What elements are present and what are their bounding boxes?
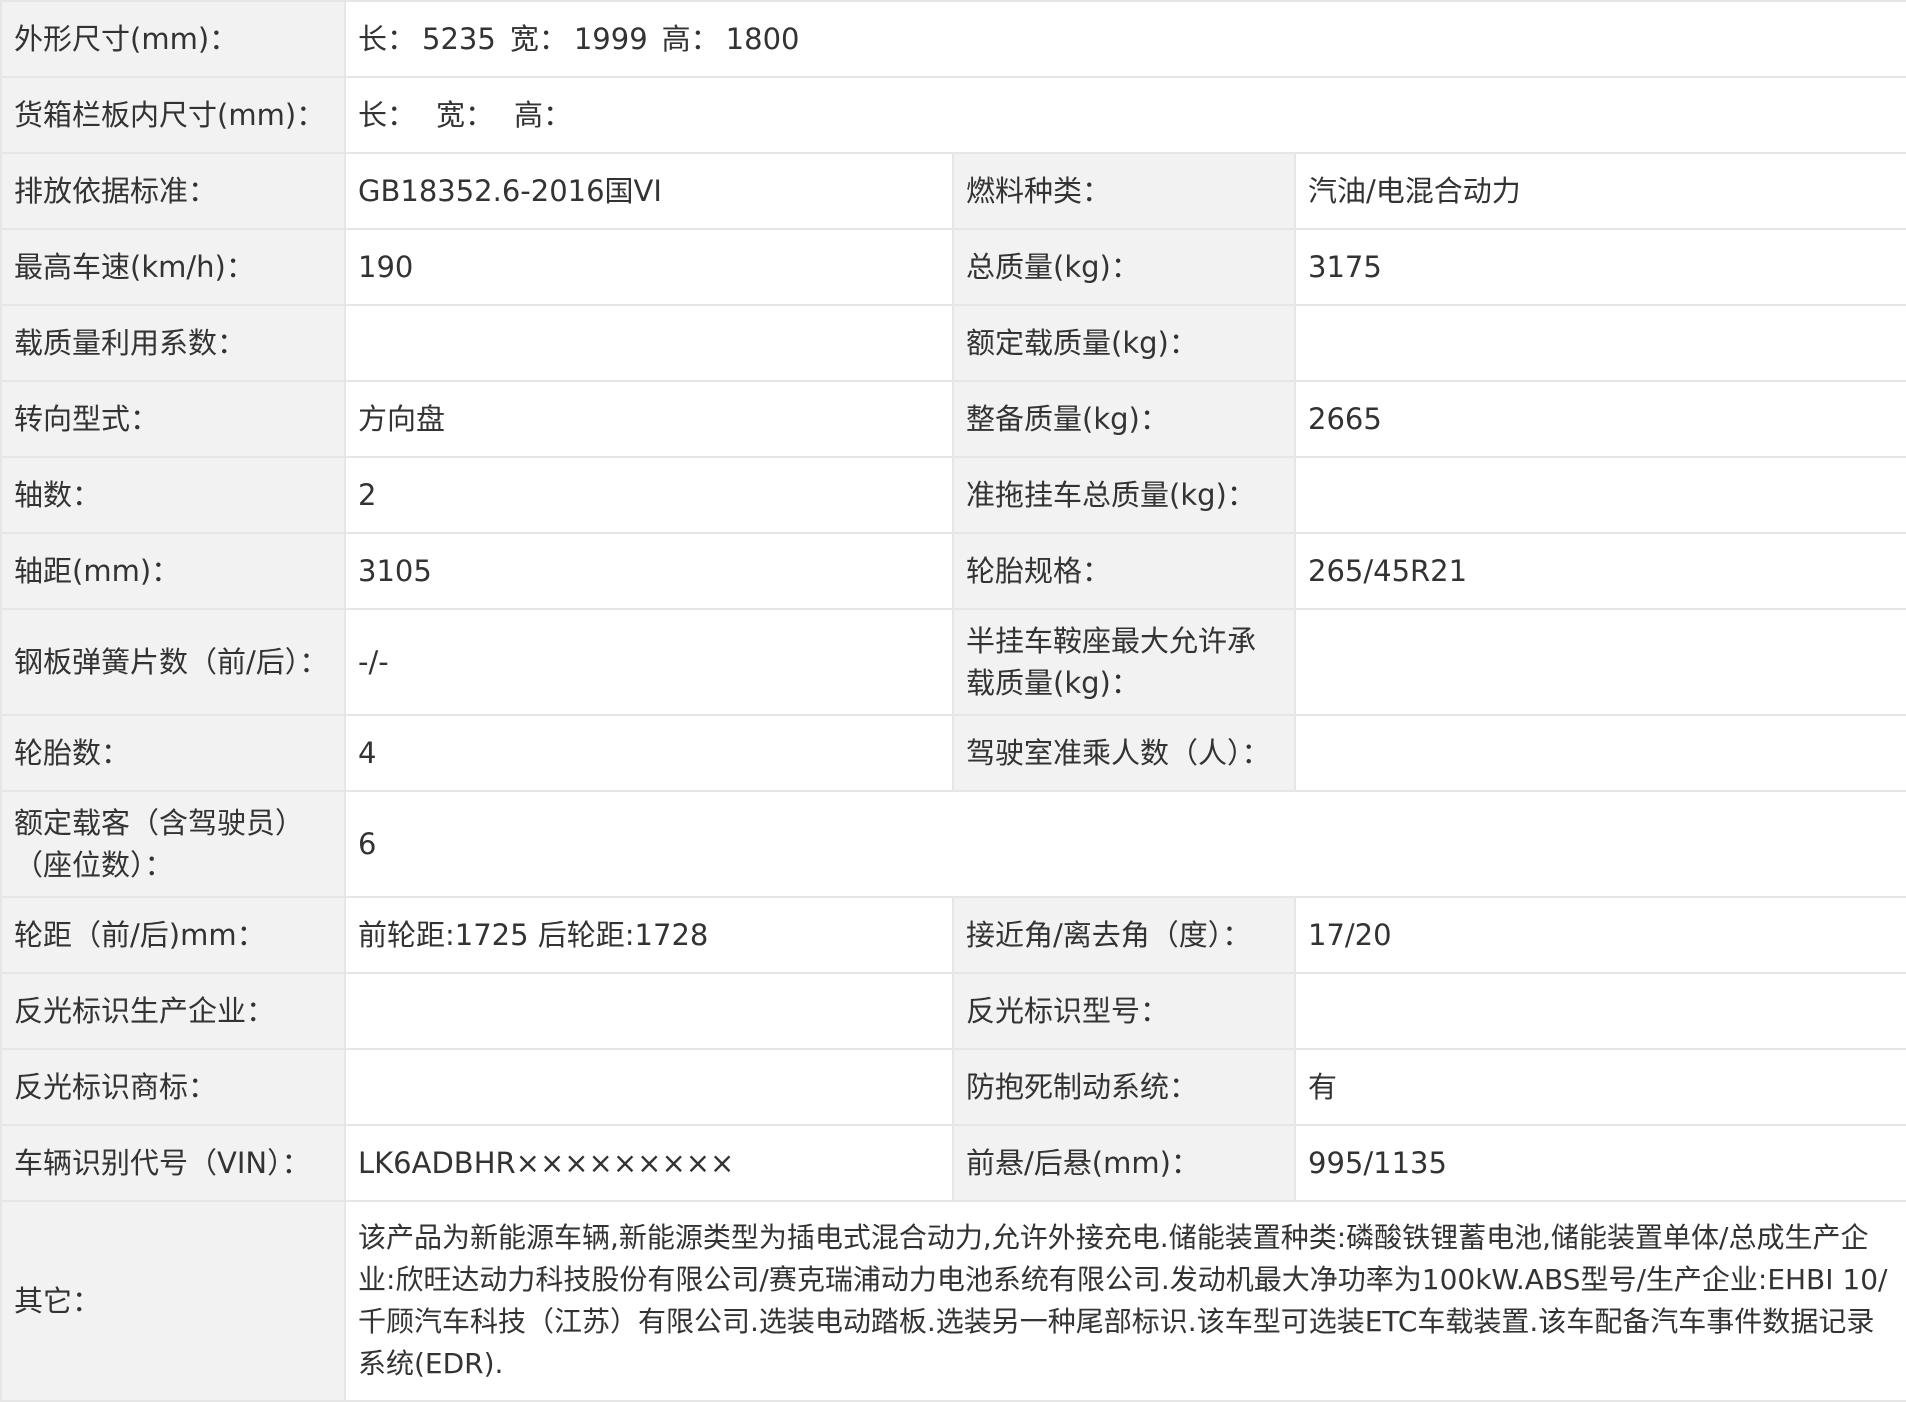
height-value: 1800 (725, 21, 800, 56)
spec-row: 轴数： 2 准拖挂车总质量(kg)： (0, 456, 1906, 534)
cargo-dimensions-value: 长： 宽： 高： (343, 76, 1906, 154)
spec-row: 转向型式： 方向盘 整备质量(kg)： 2665 (0, 380, 1906, 458)
cargo-width-label: 宽： (436, 97, 495, 132)
spec-value-left: LK6ADBHR××××××××× (344, 1124, 954, 1202)
spec-value-left (344, 1048, 954, 1126)
spec-label-left: 载质量利用系数： (0, 304, 346, 382)
spec-value-right: 17/20 (1293, 896, 1906, 974)
dimensions-label: 外形尺寸(mm)： (0, 0, 346, 78)
spec-label-right: 前悬/后悬(mm)： (952, 1124, 1296, 1202)
other-value: 该产品为新能源车辆,新能源类型为插电式混合动力,允许外接充电.储能装置种类:磷酸… (343, 1200, 1906, 1402)
row-passengers: 额定载客（含驾驶员）（座位数）： 6 (0, 790, 1906, 898)
cargo-length-label: 长： (358, 97, 417, 132)
row-dimensions: 外形尺寸(mm)： 长： 5235 宽： 1999 高： 1800 (0, 0, 1906, 78)
spec-value-right (1293, 456, 1906, 534)
spec-label-right: 额定载质量(kg)： (952, 304, 1296, 382)
spec-label-left: 转向型式： (0, 380, 346, 458)
spec-value-right: 2665 (1293, 380, 1906, 458)
vehicle-spec-table: 外形尺寸(mm)： 长： 5235 宽： 1999 高： 1800 货箱栏板内尺寸(mm)… (0, 0, 1906, 1402)
spec-value-right (1293, 714, 1906, 792)
spec-label-right: 准拖挂车总质量(kg)： (952, 456, 1296, 534)
spec-label-right: 燃料种类： (952, 152, 1296, 230)
width-label: 宽： (509, 21, 568, 56)
spec-label-left: 钢板弹簧片数（前/后）： (0, 608, 346, 716)
spec-value-left: 前轮距:1725 后轮距:1728 (344, 896, 954, 974)
spec-row: 反光标识生产企业： 反光标识型号： (0, 972, 1906, 1050)
spec-row: 轮距（前/后)mm： 前轮距:1725 后轮距:1728 接近角/离去角（度）：… (0, 896, 1906, 974)
spec-value-right: 995/1135 (1293, 1124, 1906, 1202)
spec-row: 反光标识商标： 防抱死制动系统： 有 (0, 1048, 1906, 1126)
spec-value-left: GB18352.6-2016国VI (344, 152, 954, 230)
spec-row: 最高车速(km/h)： 190 总质量(kg)： 3175 (0, 228, 1906, 306)
length-value: 5235 (422, 21, 496, 56)
spec-value-left (344, 304, 954, 382)
spec-value-right (1293, 304, 1906, 382)
spec-value-left: 3105 (344, 532, 954, 610)
spec-value-right (1293, 972, 1906, 1050)
spec-row: 钢板弹簧片数（前/后）： -/- 半挂车鞍座最大允许承载质量(kg)： (0, 608, 1906, 716)
spec-label-left: 反光标识生产企业： (0, 972, 346, 1050)
spec-row: 车辆识别代号（VIN）： LK6ADBHR××××××××× 前悬/后悬(mm)… (0, 1124, 1906, 1202)
spec-label-left: 轴距(mm)： (0, 532, 346, 610)
spec-label-right: 反光标识型号： (952, 972, 1296, 1050)
height-label: 高： (661, 21, 720, 56)
length-label: 长： (358, 21, 417, 56)
spec-label-right: 轮胎规格： (952, 532, 1296, 610)
width-value: 1999 (573, 21, 648, 56)
spec-row: 排放依据标准： GB18352.6-2016国VI 燃料种类： 汽油/电混合动力 (0, 152, 1906, 230)
spec-label-right: 总质量(kg)： (952, 228, 1296, 306)
passengers-value: 6 (343, 790, 1906, 898)
spec-label-left: 排放依据标准： (0, 152, 346, 230)
spec-value-left: 方向盘 (344, 380, 954, 458)
dimensions-value: 长： 5235 宽： 1999 高： 1800 (343, 0, 1906, 78)
spec-label-left: 反光标识商标： (0, 1048, 346, 1126)
spec-row: 载质量利用系数： 额定载质量(kg)： (0, 304, 1906, 382)
row-cargo-dimensions: 货箱栏板内尺寸(mm)： 长： 宽： 高： (0, 76, 1906, 154)
spec-row: 轴距(mm)： 3105 轮胎规格： 265/45R21 (0, 532, 1906, 610)
spec-label-right: 半挂车鞍座最大允许承载质量(kg)： (952, 608, 1296, 716)
spec-row: 轮胎数： 4 驾驶室准乘人数（人）： (0, 714, 1906, 792)
spec-label-left: 车辆识别代号（VIN）： (0, 1124, 346, 1202)
cargo-height-label: 高： (514, 97, 573, 132)
row-other: 其它： 该产品为新能源车辆,新能源类型为插电式混合动力,允许外接充电.储能装置种… (0, 1200, 1906, 1402)
spec-value-left: -/- (344, 608, 954, 716)
spec-label-right: 整备质量(kg)： (952, 380, 1296, 458)
spec-label-left: 轴数： (0, 456, 346, 534)
spec-label-left: 轮胎数： (0, 714, 346, 792)
spec-value-right: 3175 (1293, 228, 1906, 306)
spec-value-right: 265/45R21 (1293, 532, 1906, 610)
passengers-label: 额定载客（含驾驶员）（座位数）： (0, 790, 346, 898)
spec-value-left: 2 (344, 456, 954, 534)
other-label: 其它： (0, 1200, 346, 1402)
cargo-dimensions-label: 货箱栏板内尺寸(mm)： (0, 76, 346, 154)
spec-label-right: 接近角/离去角（度）： (952, 896, 1296, 974)
spec-value-left: 4 (344, 714, 954, 792)
spec-value-left (344, 972, 954, 1050)
spec-value-right (1293, 608, 1906, 716)
spec-label-left: 轮距（前/后)mm： (0, 896, 346, 974)
spec-value-right: 汽油/电混合动力 (1293, 152, 1906, 230)
spec-value-left: 190 (344, 228, 954, 306)
spec-label-right: 防抱死制动系统： (952, 1048, 1296, 1126)
spec-label-left: 最高车速(km/h)： (0, 228, 346, 306)
spec-label-right: 驾驶室准乘人数（人）： (952, 714, 1296, 792)
spec-value-right: 有 (1293, 1048, 1906, 1126)
